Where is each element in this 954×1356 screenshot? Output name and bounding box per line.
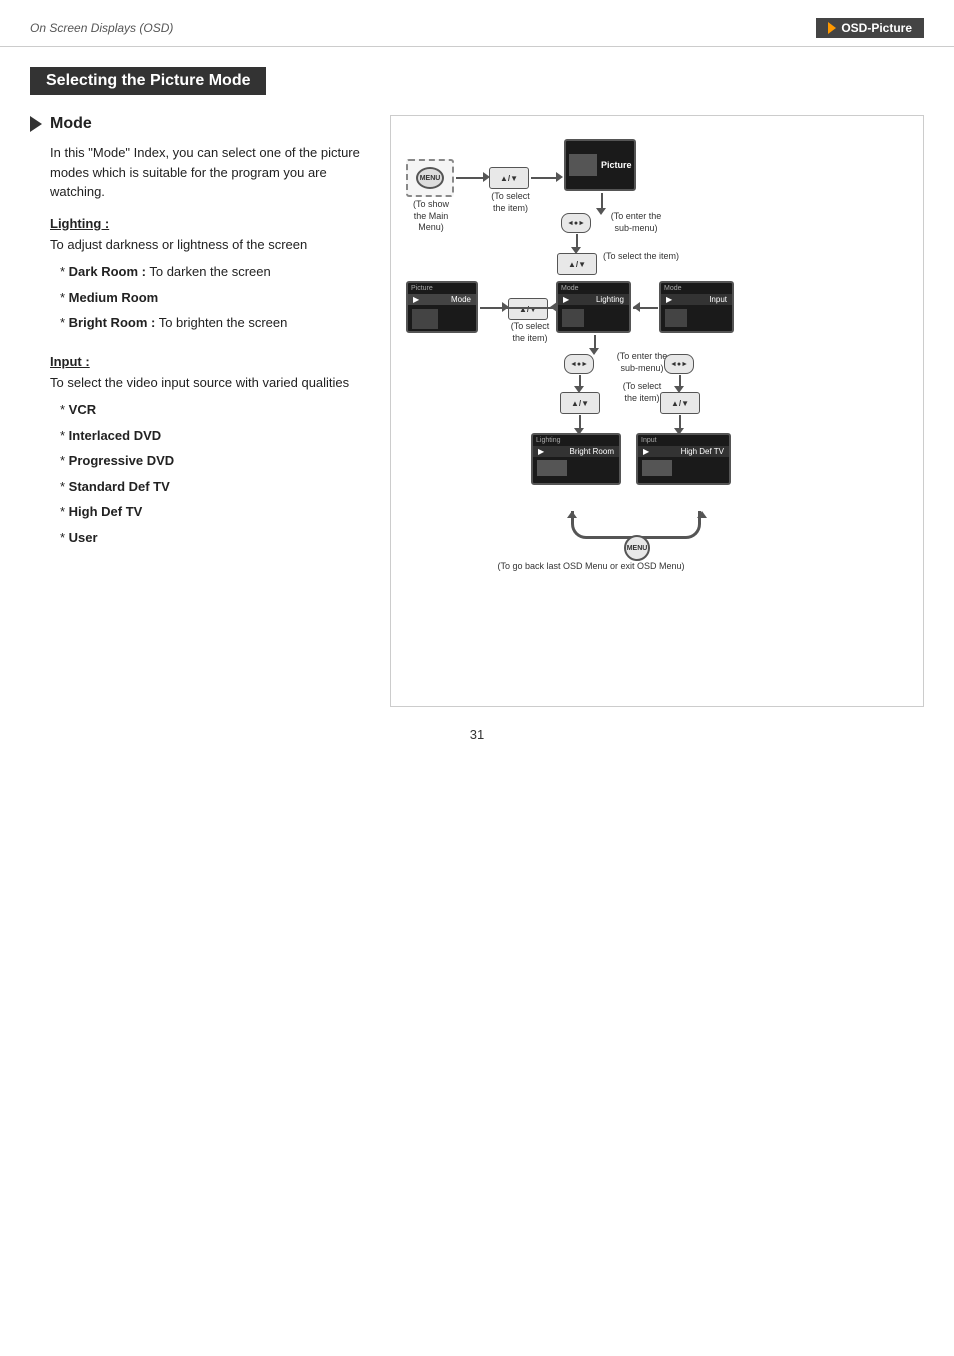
enter-submenu-btn-lighting[interactable]: ◄●►: [564, 354, 594, 374]
section-title: Selecting the Picture Mode: [30, 67, 266, 95]
menu-button-bottom[interactable]: MENU: [624, 535, 650, 561]
lighting-item-1: * Dark Room : To darken the screen: [60, 262, 370, 282]
bright-room-label: Bright Room: [570, 447, 614, 456]
mode-title: Mode: [50, 115, 92, 133]
input-item-standard: * Standard Def TV: [60, 477, 370, 497]
header-triangle-icon: [828, 22, 836, 34]
caption-enter-submenu-1: (To enter thesub-menu): [596, 211, 676, 234]
arrow-updown-to-screen: [531, 177, 559, 179]
caption-back-exit: (To go back last OSD Menu or exit OSD Me…: [481, 561, 701, 573]
menu-button-dashed: MENU: [406, 159, 454, 197]
two-column-layout: Mode In this "Mode" Index, you can selec…: [30, 115, 924, 707]
osd-screen-bright-room: Lighting ▶Bright Room: [531, 433, 621, 485]
arrow-menu-to-updown: [456, 177, 486, 179]
caption-select-item-1: (To selectthe item): [483, 191, 538, 214]
curved-arrow-container: MENU: [531, 511, 741, 546]
input-item-interlaced: * Interlaced DVD: [60, 426, 370, 446]
input-desc: To select the video input source with va…: [50, 373, 370, 393]
lighting-desc: To adjust darkness or lightness of the s…: [50, 235, 370, 255]
caption-select-item-row2: (To selectthe item): [501, 321, 559, 344]
caption-select-item-2: (To select the item): [601, 251, 681, 263]
updown-button-row2[interactable]: ▲/▼: [508, 298, 548, 320]
osd-screen-lighting: Mode ▶Lighting: [556, 281, 631, 333]
main-content: Selecting the Picture Mode Mode In this …: [0, 57, 954, 772]
page-header: On Screen Displays (OSD) OSD-Picture: [0, 0, 954, 47]
input-item-highdef: * High Def TV: [60, 502, 370, 522]
arrow-to-lighting: [480, 307, 554, 309]
lighting-title: Lighting :: [50, 216, 370, 231]
lighting-item-2: * Medium Room: [60, 288, 370, 308]
mode-intro-text: In this "Mode" Index, you can select one…: [50, 143, 370, 202]
mode-heading: Mode: [30, 115, 370, 133]
updown-button-2[interactable]: ▲/▼: [557, 253, 597, 275]
high-def-tv-label: High Def TV: [681, 447, 724, 456]
input-item-user: * User: [60, 528, 370, 548]
arrowhead-to-screen: [556, 172, 563, 182]
caption-show-main-menu: (To showthe MainMenu): [401, 199, 461, 234]
input-item-vcr: * VCR: [60, 400, 370, 420]
enter-submenu-btn-input[interactable]: ◄●►: [664, 354, 694, 374]
mode-arrow-icon: [30, 116, 42, 132]
header-chapter-label: OSD-Picture: [816, 18, 924, 38]
enter-submenu-btn-1[interactable]: ◄●►: [561, 213, 591, 233]
arrowhead-lighting-to-input: [633, 302, 640, 312]
osd-screen-picture: Picture: [564, 139, 636, 191]
picture-label: Picture: [601, 160, 632, 170]
lighting-screen-label: Lighting: [596, 295, 624, 304]
mode-label-left: Mode: [451, 295, 471, 304]
osd-screen-high-def-tv: Input ▶High Def TV: [636, 433, 731, 485]
osd-screen-input: Mode ▶Input: [659, 281, 734, 333]
updown-button-1[interactable]: ▲/▼: [489, 167, 529, 189]
left-column: Mode In this "Mode" Index, you can selec…: [30, 115, 370, 707]
updown-btn-input-sub[interactable]: ▲/▼: [660, 392, 700, 414]
page-number: 31: [30, 727, 924, 742]
osd-screen-mode-left: Picture ▶Mode: [406, 281, 478, 333]
updown-btn-lighting-sub[interactable]: ▲/▼: [560, 392, 600, 414]
input-item-progressive: * Progressive DVD: [60, 451, 370, 471]
input-title: Input :: [50, 354, 370, 369]
arrowhead-to-lighting: [550, 302, 557, 312]
lighting-item-3: * Bright Room : To brighten the screen: [60, 313, 370, 333]
right-column-diagram: MENU (To showthe MainMenu) ▲/▼ (To selec…: [390, 115, 924, 707]
header-section-label: On Screen Displays (OSD): [30, 21, 173, 35]
diagram-area: MENU (To showthe MainMenu) ▲/▼ (To selec…: [401, 131, 913, 691]
input-screen-label: Input: [709, 295, 727, 304]
